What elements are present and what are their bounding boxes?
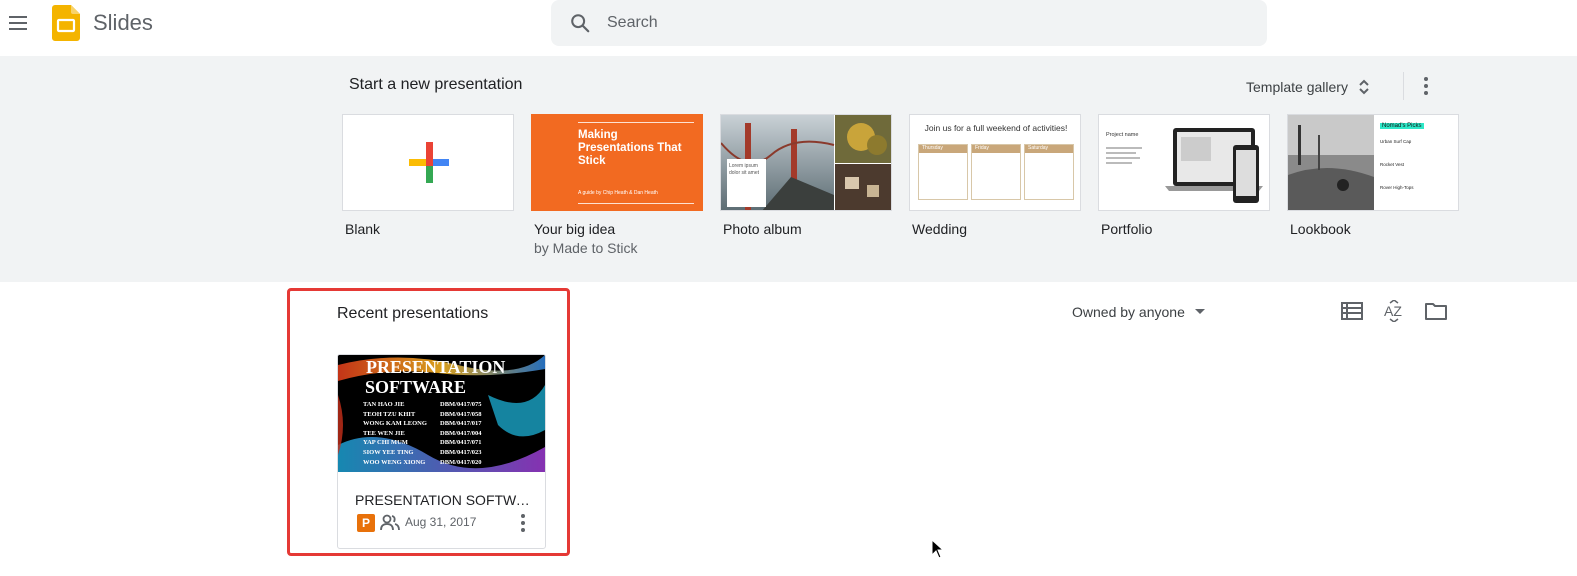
thumb-member-row: TAN HAO JIE DBM/0417/075 (363, 400, 523, 410)
thumb-member-id: DBM/0417/023 (440, 448, 482, 456)
thumb-member-name: WONG KAM LEONG (363, 420, 427, 428)
template-label: Photo album (723, 221, 802, 237)
thumb-line (578, 203, 694, 204)
search-icon[interactable] (569, 12, 591, 34)
thumb-column: Friday (971, 144, 1021, 200)
template-your-big-idea[interactable]: Making Presentations That Stick A guide … (531, 114, 703, 256)
owner-filter-dropdown[interactable]: Owned by anyone (1064, 296, 1213, 328)
template-photo-album[interactable]: Lorem ipsum dolor sit amet Photo album (720, 114, 892, 237)
thumb-member-id: DBM/0417/058 (440, 410, 482, 418)
template-section: Start a new presentation Template galler… (0, 56, 1577, 282)
template-thumbnail: Nomad's Picks Urban Surf Cap Rocket Vest… (1287, 114, 1459, 211)
list-view-icon[interactable] (1338, 298, 1366, 324)
template-more-options-icon[interactable] (1414, 72, 1438, 100)
thumb-member-name: TAN HAO JIE (363, 401, 405, 408)
search-input[interactable] (607, 0, 1247, 46)
document-date: Aug 31, 2017 (405, 515, 477, 529)
start-new-presentation-title: Start a new presentation (349, 76, 523, 93)
thumb-member-id: DBM/0417/071 (440, 439, 482, 447)
thumb-member-row: SIOW YEE TING DBM/0417/023 (363, 448, 523, 458)
lookbook-photo (1288, 115, 1374, 210)
thumb-item: Rocket Vest (1380, 162, 1405, 167)
device-mockup (1106, 128, 1263, 203)
template-gallery-label: Template gallery (1246, 79, 1348, 95)
thumb-heading: PRESENTATION (366, 357, 506, 377)
unfold-icon (1359, 79, 1369, 95)
search-bar[interactable] (551, 0, 1267, 46)
template-label: Lookbook (1290, 221, 1351, 237)
thumb-day: Thursday (919, 145, 967, 153)
dropdown-arrow-icon (1194, 309, 1205, 314)
thumb-member-row: WONG KAM LEONG DBM/0417/017 (363, 419, 523, 429)
sort-az-icon[interactable]: AZ (1380, 298, 1408, 324)
thumb-column: Thursday (918, 144, 968, 200)
document-more-options-icon[interactable] (518, 513, 528, 533)
thumb-title: Nomad's Picks (1380, 123, 1424, 129)
thumb-day: Saturday (1025, 145, 1073, 153)
mouse-cursor-icon (931, 539, 945, 559)
thumb-column: Saturday (1024, 144, 1074, 200)
thumb-member-row: TEE WEN JIE DBM/0417/004 (363, 429, 523, 439)
divider (1403, 72, 1404, 100)
recent-presentations-title: Recent presentations (337, 305, 489, 322)
thumb-item: Urban Surf Cap (1380, 139, 1412, 144)
thumb-member-name: TEE WEN JIE (363, 429, 405, 437)
thumb-member-name: WOO WENG XIONG (363, 458, 426, 466)
thumb-member-row: WOO WENG XIONG DBM/0417/020 (363, 458, 523, 468)
thumb-member-id: DBM/0417/004 (440, 429, 482, 437)
thumb-title: Join us for a full weekend of activities… (924, 123, 1068, 133)
document-title: PRESENTATION SOFTWA... (355, 492, 535, 508)
thumb-member-row: TEOH TZU KHIT DBM/0417/058 (363, 410, 523, 420)
shared-people-icon (380, 514, 400, 531)
template-gallery-button[interactable]: Template gallery (1238, 70, 1378, 104)
folder-icon[interactable] (1422, 298, 1450, 324)
thumb-member-list: TAN HAO JIE DBM/0417/075 TEOH TZU KHIT DBM/… (363, 400, 523, 467)
thumb-title: Making Presentations That Stick (578, 129, 682, 167)
powerpoint-file-icon: P (357, 514, 375, 532)
app-name: Slides (93, 10, 153, 35)
thumb-byline: A guide by Chip Heath & Dan Heath (578, 190, 658, 196)
template-thumbnail: Join us for a full weekend of activities… (909, 114, 1081, 211)
template-label: Portfolio (1101, 221, 1153, 237)
template-thumbnail (342, 114, 514, 211)
template-thumbnail: Lorem ipsum dolor sit amet (720, 114, 892, 211)
thumb-member-name: SIOW YEE TING (363, 448, 414, 456)
recent-document-card[interactable]: PRESENTATION SOFTWARE TAN HAO JIE DBM/041… (337, 354, 546, 549)
thumb-line (578, 122, 694, 123)
template-thumbnail: Making Presentations That Stick A guide … (531, 114, 703, 211)
plus-icon (409, 142, 449, 183)
template-label: Wedding (912, 221, 968, 237)
template-label: Your big idea (534, 221, 616, 237)
document-thumbnail: PRESENTATION SOFTWARE TAN HAO JIE DBM/041… (338, 355, 545, 472)
thumb-member-id: DBM/0417/020 (440, 458, 482, 466)
template-sublabel: by Made to Stick (534, 240, 638, 256)
template-wedding[interactable]: Join us for a full weekend of activities… (909, 114, 1081, 237)
owner-filter-label: Owned by anyone (1072, 304, 1185, 320)
thumb-day: Friday (972, 145, 1020, 153)
svg-text:AZ: AZ (1384, 303, 1402, 319)
thumb-member-row: YAP CHI MUM DBM/0417/071 (363, 438, 523, 448)
thumb-member-name: TEOH TZU KHIT (363, 410, 416, 418)
template-thumbnail: Project name (1098, 114, 1270, 211)
template-blank[interactable]: Blank (342, 114, 514, 237)
template-label: Blank (345, 221, 381, 237)
thumb-item: Rover High-Tops (1380, 185, 1414, 190)
top-header: Slides (0, 0, 1577, 56)
thumb-member-name: YAP CHI MUM (363, 439, 408, 447)
thumb-caption: Lorem ipsum dolor sit amet (729, 163, 760, 176)
main-menu-icon[interactable] (4, 8, 32, 38)
slides-logo-icon[interactable] (52, 5, 80, 41)
thumb-heading: SOFTWARE (365, 377, 467, 397)
thumb-member-id: DBM/0417/017 (440, 420, 482, 428)
template-lookbook[interactable]: Nomad's Picks Urban Surf Cap Rocket Vest… (1287, 114, 1459, 237)
template-portfolio[interactable]: Project name Portfolio (1098, 114, 1270, 237)
thumb-member-id: DBM/0417/075 (440, 401, 482, 408)
